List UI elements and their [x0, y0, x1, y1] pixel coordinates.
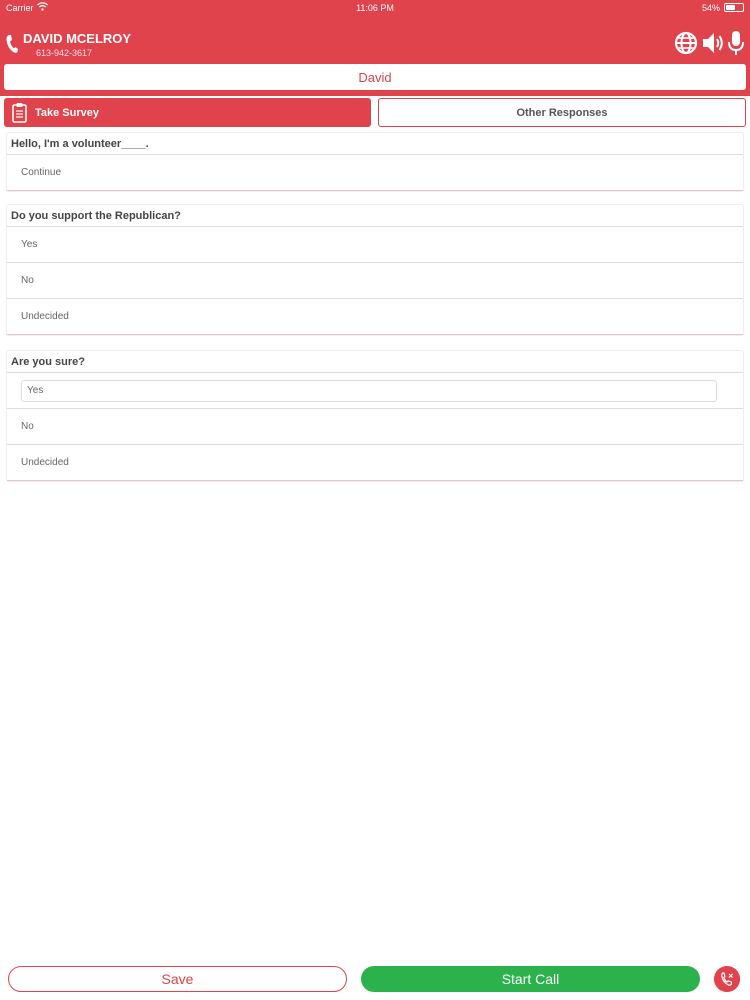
answer-label: Undecided — [21, 457, 69, 468]
tab-other-responses-label: Other Responses — [516, 106, 608, 119]
answer-option-selected[interactable]: Yes — [7, 373, 743, 409]
answer-label: Yes — [21, 239, 38, 250]
answer-option[interactable]: No — [7, 409, 743, 445]
save-button[interactable]: Save — [8, 966, 347, 992]
question-title: Hello, I'm a volunteer____. — [7, 133, 743, 155]
contact-banner: David — [4, 64, 746, 90]
answer-option[interactable]: Yes — [7, 227, 743, 263]
answer-option[interactable]: Undecided — [7, 445, 743, 481]
question-card: Hello, I'm a volunteer____. Continue — [6, 132, 744, 192]
answer-label: No — [21, 275, 34, 286]
question-title: Do you support the Republican? — [7, 205, 743, 227]
status-time: 11:06 PM — [356, 3, 394, 13]
answer-label: No — [21, 421, 34, 432]
tab-other-responses[interactable]: Other Responses — [378, 98, 746, 127]
speaker-icon[interactable] — [701, 30, 725, 56]
answer-label: Continue — [21, 167, 62, 178]
tab-take-survey-label: Take Survey — [35, 106, 100, 119]
answer-label: Undecided — [21, 311, 69, 322]
microphone-icon[interactable] — [726, 30, 746, 56]
answer-option[interactable]: Undecided — [7, 299, 743, 335]
answer-label: Yes — [27, 385, 44, 396]
contact-name: DAVID MCELROY — [23, 31, 132, 46]
battery-icon — [724, 3, 744, 12]
app-header: Carrier 11:06 PM 54% DAVID MCELROY 613-9… — [0, 0, 750, 96]
answer-option[interactable]: No — [7, 263, 743, 299]
tab-take-survey[interactable]: Take Survey — [4, 98, 371, 127]
status-bar: Carrier 11:06 PM 54% — [0, 0, 750, 16]
question-card: Do you support the Republican? Yes No Un… — [6, 204, 744, 336]
phone-icon[interactable] — [5, 34, 19, 54]
clipboard-icon — [12, 103, 27, 123]
answer-option[interactable]: Continue — [7, 155, 743, 191]
contact-phone: 613-942-3617 — [36, 48, 93, 58]
globe-icon[interactable] — [674, 30, 698, 56]
battery-percent: 54% — [701, 3, 720, 13]
question-title: Are you sure? — [7, 351, 743, 373]
selected-answer-box: Yes — [21, 379, 717, 402]
question-card: Are you sure? Yes No Undecided — [6, 350, 744, 482]
end-call-icon[interactable] — [714, 966, 740, 992]
start-call-button[interactable]: Start Call — [361, 966, 700, 992]
